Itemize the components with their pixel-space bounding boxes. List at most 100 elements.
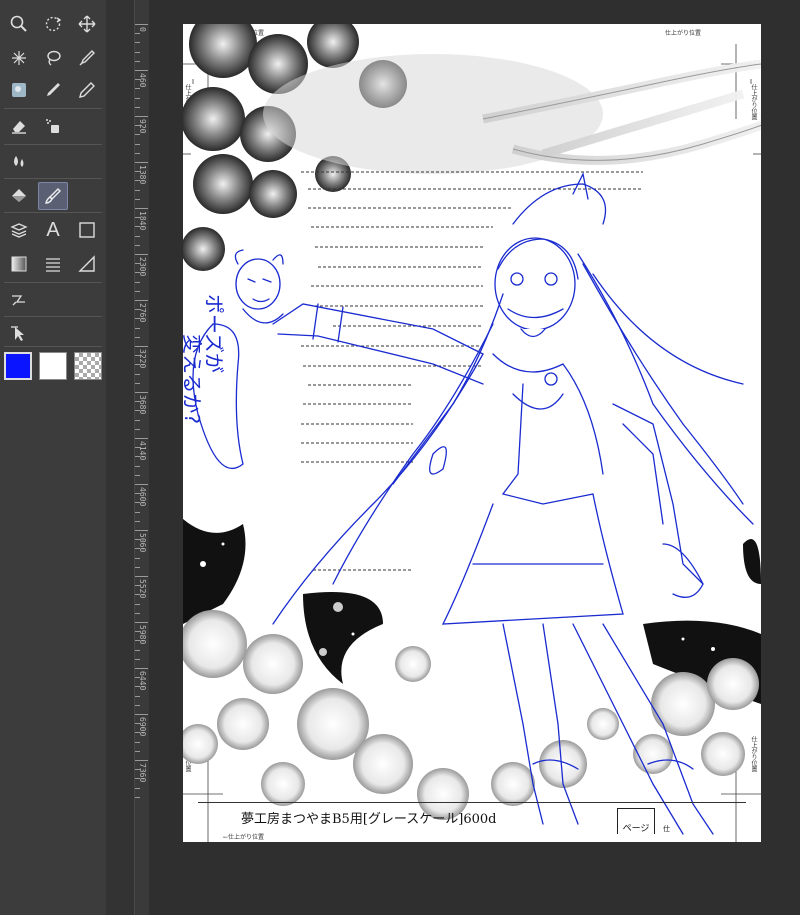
ruler-minor-tick (135, 134, 140, 136)
gradient-icon (11, 256, 27, 272)
fill-tool[interactable] (4, 182, 34, 210)
layer-move-tool[interactable] (4, 216, 34, 244)
ruler-major-tick (135, 162, 148, 163)
ruler-minor-tick (135, 750, 140, 752)
ruler-minor-tick (135, 631, 140, 633)
rotate-tool[interactable] (38, 10, 68, 38)
ruler-major-tick (135, 760, 148, 761)
ruler-minor-tick (135, 447, 140, 449)
ruler-minor-tick (135, 42, 140, 44)
dashed-guides (301, 171, 643, 571)
magnifier-icon (10, 15, 27, 32)
ruler-minor-tick (135, 410, 140, 412)
toolbar-divider (4, 144, 102, 145)
ruler-minor-tick (135, 539, 140, 541)
eraser-tool[interactable] (4, 112, 34, 140)
ruler-minor-tick (135, 502, 140, 504)
ruler-minor-tick (135, 373, 140, 375)
tool-row-9 (0, 286, 106, 316)
text-tool[interactable]: A (38, 216, 68, 244)
ruler-minor-tick (135, 244, 140, 246)
ruler-minor-tick (135, 686, 140, 688)
pencil-icon (79, 82, 95, 98)
ruler-minor-tick (135, 143, 140, 145)
ruler-major-tick (135, 24, 148, 25)
correct-line-tool[interactable] (4, 286, 34, 314)
sub-color-swatch[interactable] (39, 352, 67, 380)
brush-icon (45, 188, 61, 204)
tool-row-4 (0, 112, 106, 142)
ruler-minor-tick (135, 171, 140, 173)
toolbar-divider (4, 108, 102, 109)
ruler-major-tick (135, 116, 148, 117)
ruler-minor-tick (135, 695, 140, 697)
transparent-color-swatch[interactable] (74, 352, 102, 380)
tool-row-6 (0, 182, 106, 212)
sub-pen-tool[interactable] (38, 182, 68, 210)
pencil-tool[interactable] (72, 76, 102, 104)
ruler-major-tick (135, 70, 148, 71)
artwork: ポーズが 変えるか? (183, 24, 761, 835)
correct-line-icon (12, 295, 25, 306)
ruler-minor-tick (135, 585, 140, 587)
eyedropper-tool[interactable] (72, 44, 102, 72)
speech-text-a: ポーズが (202, 294, 226, 373)
water-drops-icon (14, 156, 24, 167)
pen-icon (47, 83, 60, 96)
airbrush-icon (46, 119, 59, 133)
lasso-tool[interactable] (38, 44, 68, 72)
pen-tool[interactable] (38, 76, 68, 104)
fill-bucket-icon (12, 189, 26, 202)
ruler-minor-tick (135, 474, 140, 476)
tool-row-3 (0, 76, 106, 106)
operation-tool[interactable] (4, 320, 34, 348)
move-tool[interactable] (72, 10, 102, 38)
airbrush-tool[interactable] (38, 112, 68, 140)
decoration-tool[interactable] (4, 148, 34, 176)
page-number-box[interactable]: ページ (617, 808, 655, 834)
ruler-major-tick (135, 208, 148, 209)
ruler-minor-tick (135, 428, 140, 430)
ruler-minor-tick (135, 511, 140, 513)
ruler-minor-tick (135, 355, 140, 357)
ruler-label: 920 (138, 119, 147, 134)
gradient-tool[interactable] (4, 250, 34, 278)
ruler-tool[interactable] (72, 250, 102, 278)
vertical-ruler[interactable]: 0 460 920 1380 1840 2300 2760 3220 3680 4140 4600 5… (134, 0, 149, 915)
frame-tool[interactable] (72, 216, 102, 244)
rotate-icon (45, 16, 62, 32)
ruler-minor-tick (135, 640, 140, 642)
main-color-swatch[interactable] (4, 352, 32, 380)
move-arrows-icon (78, 15, 96, 33)
ruler-minor-tick (135, 180, 140, 182)
hatching-tool[interactable] (38, 250, 68, 278)
ruler-minor-tick (135, 465, 140, 467)
tool-row-1 (0, 10, 106, 40)
blend-tool[interactable] (4, 76, 34, 104)
ruler-minor-tick (135, 79, 140, 81)
auto-select-tool[interactable] (4, 44, 34, 72)
tool-row-2 (0, 44, 106, 74)
ruler-major-tick (135, 622, 148, 623)
magic-wand-icon (12, 51, 26, 65)
ruler-minor-tick (135, 566, 140, 568)
ruler-minor-tick (135, 97, 140, 99)
ruler-minor-tick (135, 364, 140, 366)
blend-icon (12, 83, 26, 97)
footer-template-label: 夢工房まつやまB5用[グレースケール]600d (241, 812, 497, 827)
ruler-minor-tick (135, 336, 140, 338)
ruler-minor-tick (135, 309, 140, 311)
ruler-minor-tick (135, 60, 140, 62)
ruler-minor-tick (135, 603, 140, 605)
tool-palette: A (0, 0, 107, 915)
ruler-major-tick (135, 530, 148, 531)
ruler-major-tick (135, 254, 148, 255)
ruler-minor-tick (135, 677, 140, 679)
zoom-tool[interactable] (4, 10, 34, 38)
panel-gutter (106, 0, 134, 915)
ruler-minor-tick (135, 125, 140, 127)
manga-page[interactable]: ←仕上がり位置 仕上がり位置 仕上がり位置 仕上がり位置 仕上がり位置 仕上がり… (183, 24, 761, 842)
ruler-major-tick (135, 346, 148, 347)
ruler-minor-tick (135, 189, 140, 191)
blue-sketch-character (192, 172, 754, 835)
